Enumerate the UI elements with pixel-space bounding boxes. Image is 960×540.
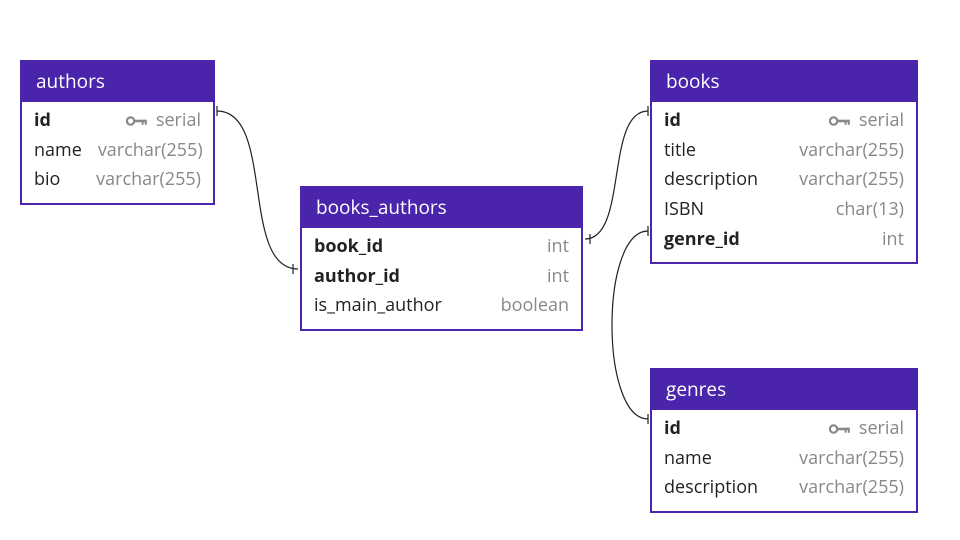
table-books-body: id serial title varchar(255) description… <box>652 102 916 262</box>
table-row: description varchar(255) <box>664 165 904 195</box>
table-books-authors-header: books_authors <box>302 188 581 228</box>
col-type: int <box>547 232 569 262</box>
col-name: title <box>664 136 696 166</box>
table-authors-header: authors <box>22 62 213 102</box>
table-row: name varchar(255) <box>34 136 201 166</box>
col-name: genre_id <box>664 225 740 255</box>
col-type: serial <box>859 106 904 136</box>
col-type: int <box>882 225 904 255</box>
col-name: ISBN <box>664 195 704 225</box>
col-type: varchar(255) <box>96 165 201 195</box>
col-type: int <box>547 262 569 292</box>
col-name: name <box>664 444 712 474</box>
key-icon <box>126 114 148 128</box>
col-name: author_id <box>314 262 400 292</box>
col-name: name <box>34 136 82 166</box>
table-books-authors: books_authors book_id int author_id int … <box>300 186 583 331</box>
col-type: serial <box>859 414 904 444</box>
col-type: varchar(255) <box>799 136 904 166</box>
table-row: id serial <box>664 414 904 444</box>
table-row: title varchar(255) <box>664 136 904 166</box>
key-icon <box>829 114 851 128</box>
table-genres-body: id serial name varchar(255) description … <box>652 410 916 511</box>
table-books: books id serial title varchar(255) descr… <box>650 60 918 264</box>
col-name: description <box>664 165 758 195</box>
col-type: varchar(255) <box>98 136 203 166</box>
table-row: genre_id int <box>664 225 904 255</box>
table-authors: authors id serial name varchar(255) bio … <box>20 60 215 205</box>
table-books-authors-body: book_id int author_id int is_main_author… <box>302 228 581 329</box>
col-type: varchar(255) <box>799 473 904 503</box>
col-name: id <box>664 414 681 444</box>
table-genres-header: genres <box>652 370 916 410</box>
table-authors-body: id serial name varchar(255) bio varchar(… <box>22 102 213 203</box>
key-icon <box>829 422 851 436</box>
table-row: author_id int <box>314 262 569 292</box>
table-books-header: books <box>652 62 916 102</box>
col-name: is_main_author <box>314 291 442 321</box>
table-row: bio varchar(255) <box>34 165 201 195</box>
col-type: boolean <box>501 291 569 321</box>
col-name: id <box>34 106 51 136</box>
col-name: bio <box>34 165 60 195</box>
table-row: id serial <box>34 106 201 136</box>
col-type: varchar(255) <box>799 444 904 474</box>
rel-authors-books_authors <box>217 106 303 274</box>
col-type: varchar(255) <box>799 165 904 195</box>
col-type: serial <box>156 106 201 136</box>
col-name: id <box>664 106 681 136</box>
col-name: description <box>664 473 758 503</box>
rel-books-genres <box>612 226 648 424</box>
table-row: is_main_author boolean <box>314 291 569 321</box>
col-name: book_id <box>314 232 383 262</box>
table-row: book_id int <box>314 232 569 262</box>
table-genres: genres id serial name varchar(255) descr… <box>650 368 918 513</box>
col-type: char(13) <box>836 195 904 225</box>
table-row: name varchar(255) <box>664 444 904 474</box>
table-row: id serial <box>664 106 904 136</box>
table-row: ISBN char(13) <box>664 195 904 225</box>
rel-books-books_authors <box>580 106 648 244</box>
table-row: description varchar(255) <box>664 473 904 503</box>
